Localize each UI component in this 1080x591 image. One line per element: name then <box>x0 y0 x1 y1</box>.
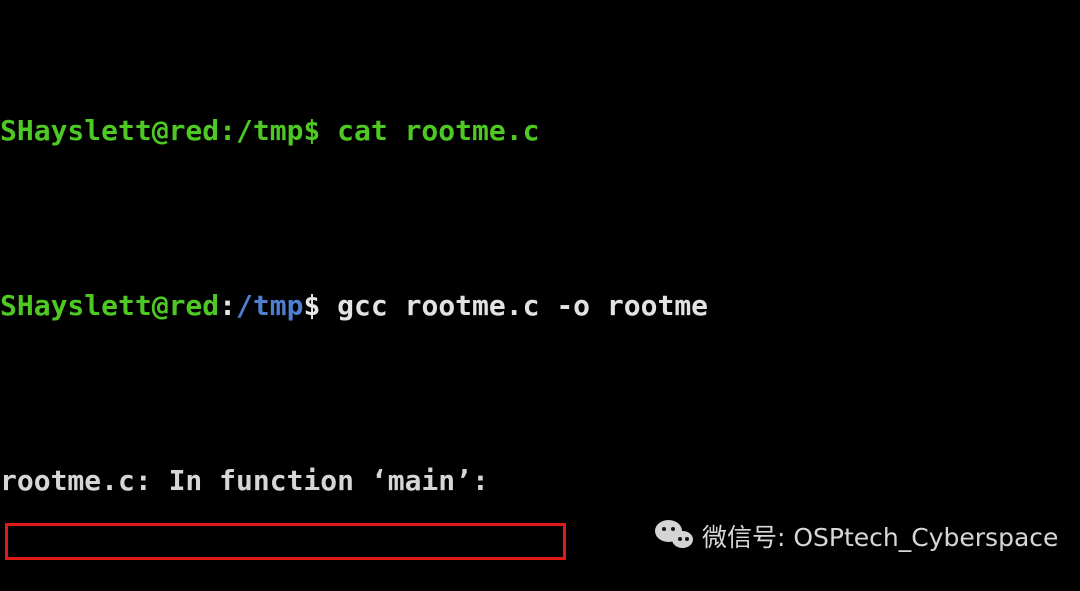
terminal-line-in-function-main: rootme.c: In function ‘main’: <box>0 463 1080 498</box>
command-text-gcc: gcc rootme.c -o rootme <box>320 289 709 322</box>
prompt-colon: : <box>219 289 237 322</box>
prompt-user-host-clipped: SHayslett@red:/tmp$ cat rootme.c <box>0 114 540 147</box>
prompt-user-host: SHayslett@red <box>0 289 220 322</box>
terminal-screen: SHayslett@red:/tmp$ cat rootme.c SHaysle… <box>0 0 1080 591</box>
terminal-line-command-gcc: SHayslett@red:/tmp$ gcc rootme.c -o root… <box>0 288 1080 323</box>
prompt-dollar: $ <box>303 289 321 322</box>
terminal-line-clipped-top: SHayslett@red:/tmp$ cat rootme.c <box>0 113 1080 148</box>
compiler-context-main: rootme.c: In function ‘main’: <box>0 464 489 497</box>
prompt-path: /tmp <box>236 289 304 322</box>
terminal-window[interactable]: SHayslett@red:/tmp$ cat rootme.c SHaysle… <box>0 0 1080 591</box>
